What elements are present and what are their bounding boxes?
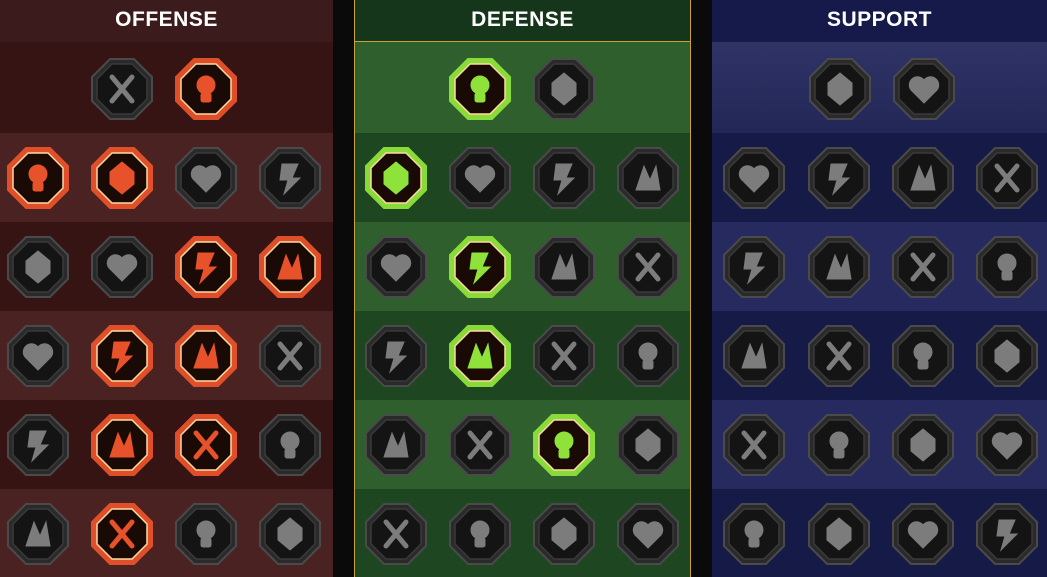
axe-icon[interactable] <box>174 324 238 388</box>
comet-icon[interactable] <box>807 324 871 388</box>
support-title: SUPPORT <box>712 0 1047 42</box>
support-tree: SUPPORT <box>712 0 1047 577</box>
winged-shield-icon[interactable] <box>448 502 512 566</box>
speed-boot-icon[interactable] <box>975 146 1039 210</box>
crack-icon[interactable] <box>891 235 955 299</box>
raised-fist-icon[interactable] <box>532 57 596 121</box>
shadow-figure-icon[interactable] <box>975 235 1039 299</box>
support-tier-2 <box>712 133 1047 222</box>
winged-skull-icon[interactable] <box>807 502 871 566</box>
triple-flame-icon[interactable] <box>448 413 512 477</box>
dash-runner-icon[interactable] <box>364 413 428 477</box>
offense-tier-6 <box>0 489 333 577</box>
fangs-icon[interactable] <box>90 235 154 299</box>
heart-organ-icon[interactable] <box>448 146 512 210</box>
strongman-icon[interactable] <box>616 502 680 566</box>
open-hand-icon[interactable] <box>532 324 596 388</box>
eagle-icon[interactable] <box>975 502 1039 566</box>
fighter-icon[interactable] <box>6 235 70 299</box>
heart-sparkle-icon[interactable] <box>808 57 872 121</box>
offense-tier-1 <box>0 42 333 133</box>
support-tier-4 <box>712 311 1047 400</box>
chevron-shield-icon[interactable] <box>364 146 428 210</box>
muscle-icon[interactable] <box>258 413 322 477</box>
defense-tier-6 <box>355 489 690 577</box>
winged-boot-icon[interactable] <box>807 413 871 477</box>
offense-tree: OFFENSE <box>0 0 333 577</box>
support-tier-1 <box>712 42 1047 133</box>
support-tier-6 <box>712 489 1047 577</box>
sun-skull-icon[interactable] <box>532 413 596 477</box>
slash-sword-icon[interactable] <box>90 146 154 210</box>
offense-tier-2 <box>0 133 333 222</box>
flaming-helmet-icon[interactable] <box>90 502 154 566</box>
claw-icon[interactable] <box>6 413 70 477</box>
crossed-swords-icon[interactable] <box>90 57 154 121</box>
heart-hands-icon[interactable] <box>532 235 596 299</box>
aura-shield-icon[interactable] <box>807 146 871 210</box>
crowd-icon[interactable] <box>364 324 428 388</box>
shield-arrow-icon[interactable] <box>174 146 238 210</box>
fist-hammer-icon[interactable] <box>90 324 154 388</box>
tree-guardian-icon[interactable] <box>364 502 428 566</box>
dagger-icon[interactable] <box>174 57 238 121</box>
praying-hands-icon[interactable] <box>722 146 786 210</box>
defense-tier-3 <box>355 222 690 311</box>
voodoo-doll-icon[interactable] <box>975 413 1039 477</box>
defense-tier-5 <box>355 400 690 489</box>
horned-demon-icon[interactable] <box>6 146 70 210</box>
broken-heart-icon[interactable] <box>258 146 322 210</box>
deflect-icon[interactable] <box>616 146 680 210</box>
beast-icon[interactable] <box>174 502 238 566</box>
radiant-skull-icon[interactable] <box>258 502 322 566</box>
counter-arrow-icon[interactable] <box>616 413 680 477</box>
chain-lightning-icon[interactable] <box>258 324 322 388</box>
golem-icon[interactable] <box>532 146 596 210</box>
open-book-icon[interactable] <box>891 324 955 388</box>
poison-flask-icon[interactable] <box>722 502 786 566</box>
bull-icon[interactable] <box>616 324 680 388</box>
chained-heart-icon[interactable] <box>722 324 786 388</box>
masked-face-icon[interactable] <box>532 502 596 566</box>
offense-tier-4 <box>0 311 333 400</box>
offense-title: OFFENSE <box>0 0 333 42</box>
eye-icon[interactable] <box>891 413 955 477</box>
bound-hand-icon[interactable] <box>892 57 956 121</box>
defense-tier-2 <box>355 133 690 222</box>
offense-tier-3 <box>0 222 333 311</box>
smoke-skull-icon[interactable] <box>891 146 955 210</box>
hourglass-icon[interactable] <box>448 324 512 388</box>
duelist-icon[interactable] <box>364 235 428 299</box>
defense-tier-1 <box>355 42 690 133</box>
bleeding-knife-icon[interactable] <box>258 235 322 299</box>
sparkle-sword-icon[interactable] <box>6 502 70 566</box>
skull-strike-icon[interactable] <box>174 235 238 299</box>
circle-blade-icon[interactable] <box>174 413 238 477</box>
sword-dagger-icon[interactable] <box>6 324 70 388</box>
support-tier-5 <box>712 400 1047 489</box>
hooded-figure-icon[interactable] <box>616 235 680 299</box>
defense-title: DEFENSE <box>355 0 690 42</box>
armor-plates-icon[interactable] <box>448 57 512 121</box>
triple-skull-icon[interactable] <box>90 413 154 477</box>
defense-tier-4 <box>355 311 690 400</box>
knight-shield-icon[interactable] <box>448 235 512 299</box>
compass-star-icon[interactable] <box>722 413 786 477</box>
support-tier-3 <box>712 222 1047 311</box>
magic-aura-icon[interactable] <box>722 235 786 299</box>
lightning-shield-icon[interactable] <box>807 235 871 299</box>
angry-face-icon[interactable] <box>975 324 1039 388</box>
defense-tree: DEFENSE <box>354 0 691 577</box>
offense-tier-5 <box>0 400 333 489</box>
gripping-fist-icon[interactable] <box>891 502 955 566</box>
